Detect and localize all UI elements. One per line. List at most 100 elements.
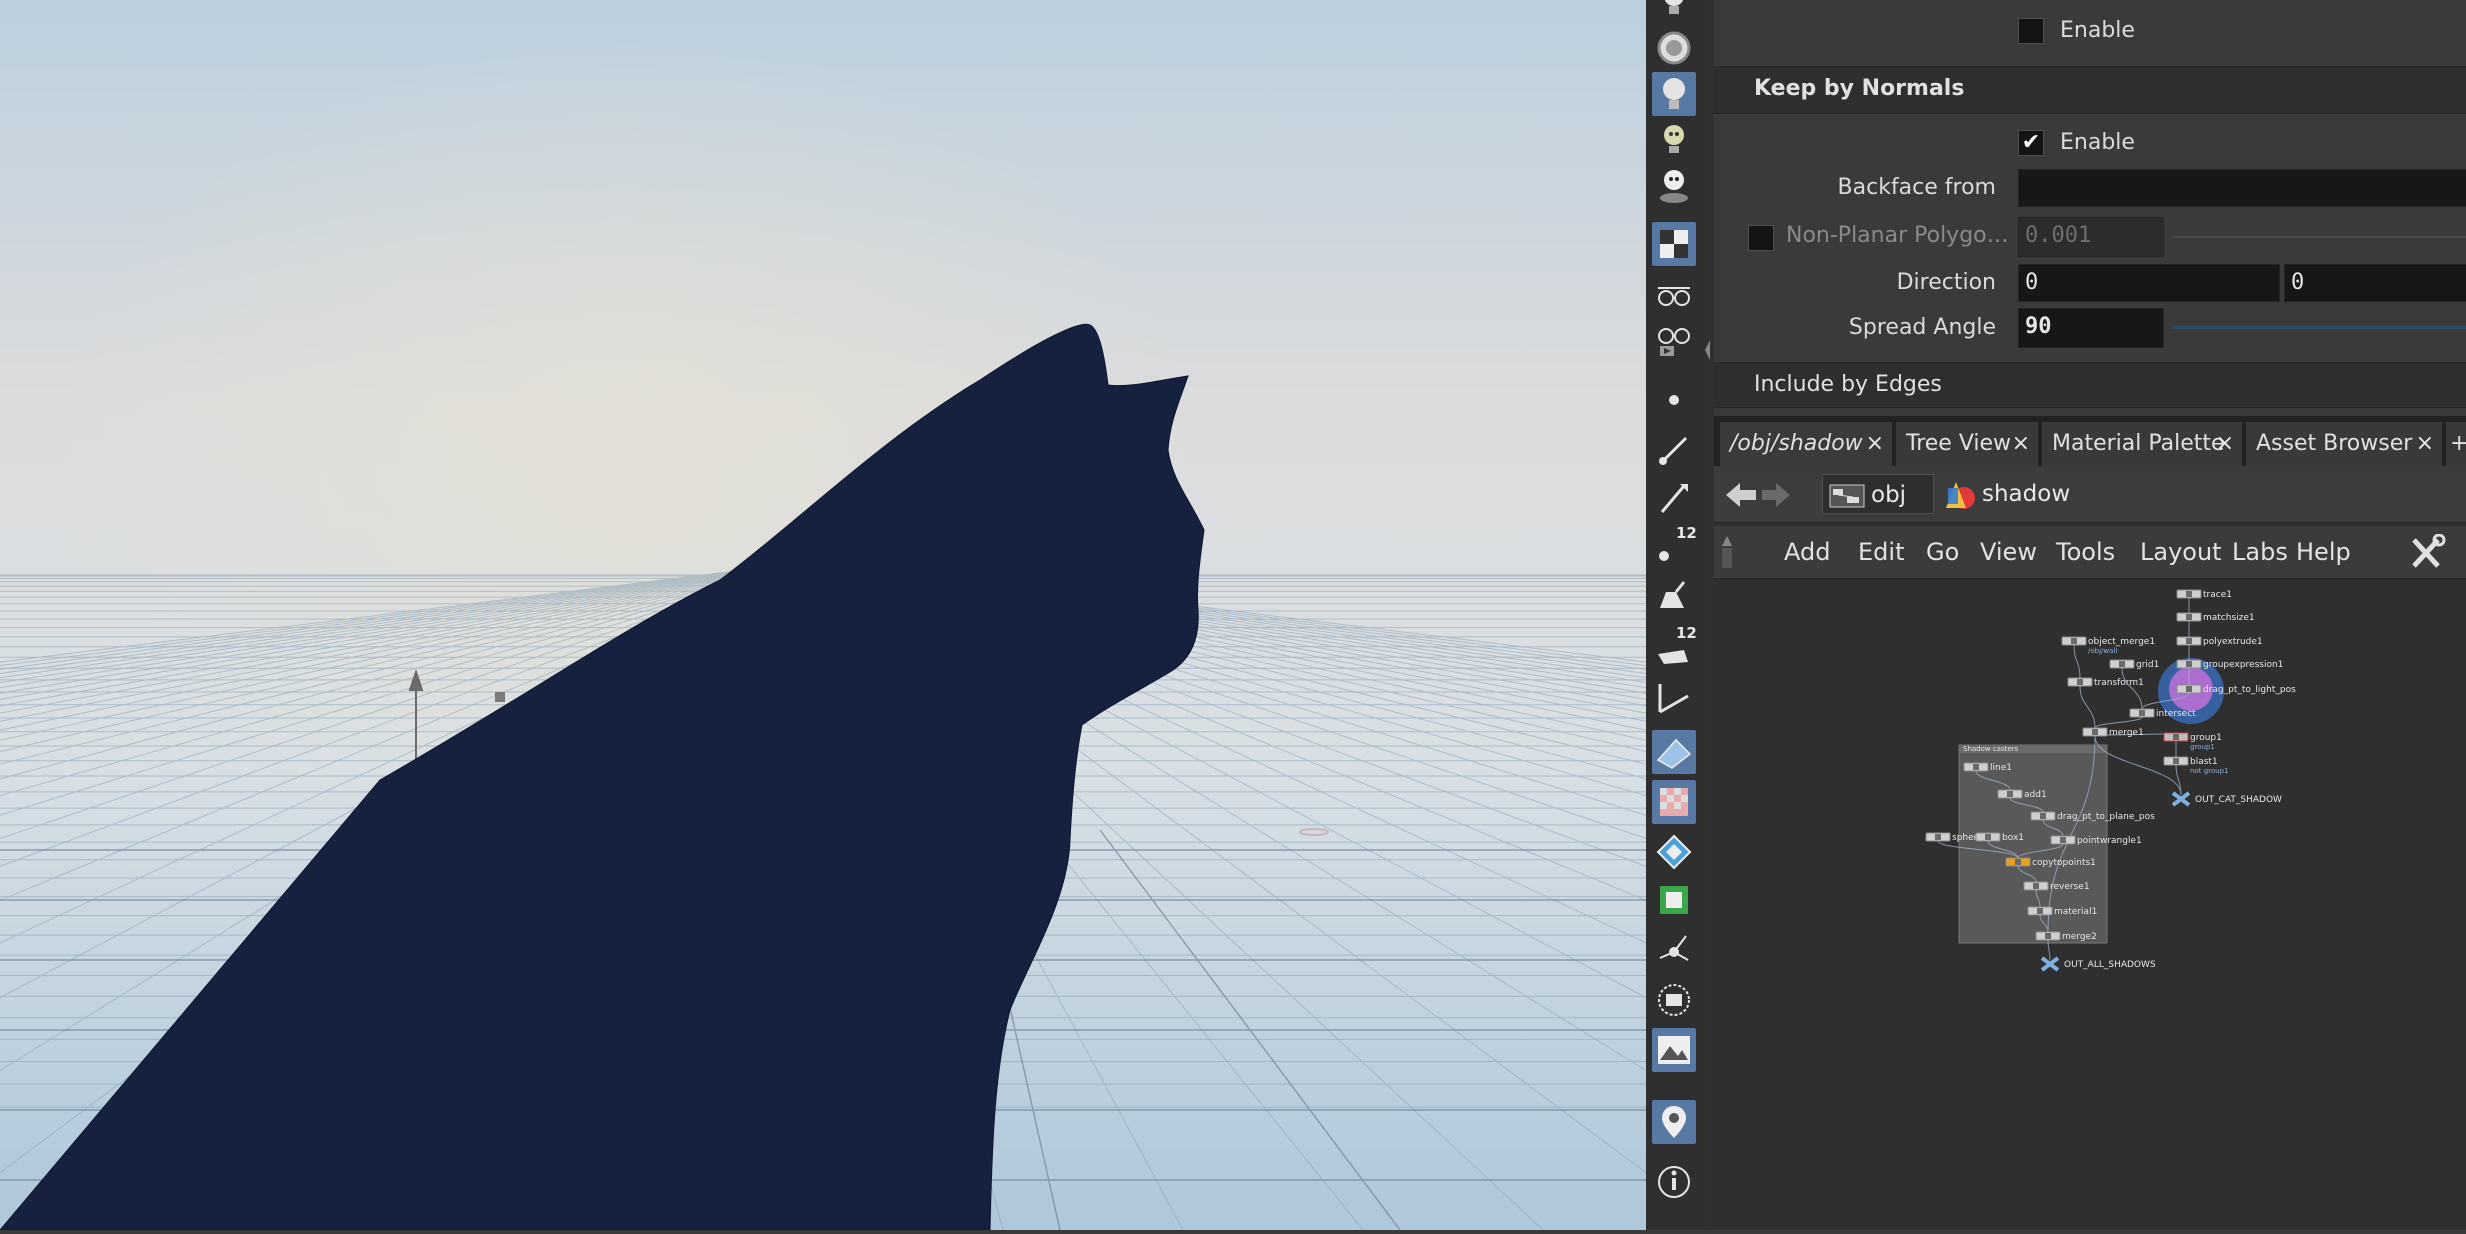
- direction-x-field[interactable]: 0: [2018, 264, 2280, 302]
- node-label: OUT_CAT_SHADOW: [2195, 795, 2282, 805]
- parameter-editor: Enable Keep by Normals ✔ Enable Backface…: [1714, 0, 2466, 410]
- light-bulb-tool[interactable]: [1652, 0, 1696, 22]
- network-node[interactable]: material1: [2027, 906, 2097, 917]
- node-label: drag_pt_to_light_pos: [2203, 685, 2296, 695]
- spread-angle-label: Spread Angle: [1848, 315, 1996, 340]
- network-node[interactable]: blast1not group1: [2163, 756, 2228, 775]
- sky-light-tool[interactable]: [1652, 164, 1696, 208]
- enable-checkbox[interactable]: ✔: [2018, 130, 2044, 156]
- glasses-render-tool[interactable]: [1652, 318, 1696, 362]
- node-label: add1: [2024, 790, 2047, 800]
- node-sublabel: not group1: [2190, 767, 2228, 775]
- checker-texture-icon: [1660, 788, 1688, 816]
- backface-from-row: Backface from: [1714, 166, 2466, 212]
- pin-tool[interactable]: [1652, 1100, 1696, 1144]
- non-planar-label: Non-Planar Polygo…: [1786, 223, 2009, 248]
- network-node[interactable]: polyextrude1: [2176, 636, 2263, 647]
- scene-viewport[interactable]: [0, 0, 1646, 1230]
- tab-close-icon[interactable]: ×: [2012, 422, 2030, 466]
- menu-help[interactable]: Help: [2296, 526, 2351, 578]
- shaded-plane-tool[interactable]: [1652, 730, 1696, 774]
- normals-tool[interactable]: [1652, 928, 1696, 972]
- direction-y-field[interactable]: 0: [2284, 264, 2466, 302]
- network-node[interactable]: grid1: [2109, 659, 2159, 670]
- tab-material-palette[interactable]: Material Palette ×: [2042, 422, 2242, 466]
- menu-expand-icon[interactable]: [1720, 534, 1734, 570]
- pen-icon: [1660, 484, 1688, 513]
- pin-icon: [1662, 1106, 1686, 1138]
- point-count-tool[interactable]: 12: [1652, 524, 1697, 568]
- wrench-tools-icon[interactable]: [2408, 534, 2448, 570]
- polygon-count-tool[interactable]: 12: [1652, 624, 1697, 668]
- path-crumb-obj[interactable]: obj: [1822, 474, 1934, 514]
- network-node[interactable]: merge2: [2035, 931, 2097, 942]
- backface-from-label: Backface from: [1837, 175, 1996, 200]
- enable-top-checkbox[interactable]: [2018, 18, 2044, 44]
- ghost-glasses-tool[interactable]: [1652, 272, 1696, 316]
- non-planar-checkbox[interactable]: [1748, 225, 1774, 251]
- menu-layout[interactable]: Layout: [2140, 526, 2222, 578]
- network-node[interactable]: copytopoints1: [2005, 857, 2096, 868]
- network-node[interactable]: object_merge1/obj/wall: [2061, 636, 2155, 655]
- edge-angle-icon: [1658, 684, 1689, 714]
- network-node[interactable]: trace1: [2176, 589, 2232, 600]
- menu-edit[interactable]: Edit: [1858, 526, 1904, 578]
- env-light-tool[interactable]: [1652, 118, 1696, 162]
- spread-angle-slider[interactable]: [2172, 326, 2466, 329]
- node-label: matchsize1: [2203, 613, 2255, 623]
- uv-frame-tool[interactable]: [1652, 878, 1696, 922]
- uv-diamond-icon: [1656, 834, 1692, 870]
- edge-angle-tool[interactable]: [1652, 676, 1696, 720]
- menu-labs[interactable]: Labs: [2232, 526, 2288, 578]
- point-icon: [1669, 395, 1679, 405]
- fill-tool[interactable]: [1652, 576, 1696, 620]
- enable-row: ✔ Enable: [1714, 120, 2466, 166]
- tab-tree-view[interactable]: Tree View ×: [1896, 422, 2038, 466]
- checker-texture-tool[interactable]: [1652, 780, 1696, 824]
- tab-network-path[interactable]: /obj/shadow ×: [1720, 422, 1892, 466]
- background-image-tool[interactable]: [1652, 1028, 1696, 1072]
- pen-tool[interactable]: [1652, 476, 1696, 520]
- uv-diamond-tool[interactable]: [1652, 830, 1696, 874]
- network-node[interactable]: merge1: [2082, 727, 2144, 738]
- tab-close-icon[interactable]: ×: [2216, 422, 2234, 466]
- network-node[interactable]: OUT_ALL_SHADOWS: [2040, 956, 2156, 972]
- network-node[interactable]: intersect: [2129, 708, 2196, 719]
- path-crumb-shadow[interactable]: shadow: [1938, 474, 2458, 514]
- network-node[interactable]: pointwrangle1: [2050, 835, 2142, 846]
- include-by-edges-section[interactable]: Include by Edges: [1714, 362, 2466, 408]
- non-planar-slider[interactable]: [2172, 236, 2466, 238]
- non-planar-field[interactable]: 0.001: [2018, 217, 2164, 257]
- backface-from-field[interactable]: [2018, 169, 2466, 207]
- tab-close-icon[interactable]: ×: [1866, 422, 1884, 466]
- node-graph[interactable]: Shadow casters trace1 matchsize1 polyext…: [1714, 580, 2466, 1230]
- tab-asset-browser[interactable]: Asset Browser ×: [2246, 422, 2442, 466]
- spot-light-tool[interactable]: [1652, 72, 1696, 116]
- network-node[interactable]: transform1: [2067, 677, 2144, 688]
- network-node[interactable]: matchsize1: [2176, 612, 2255, 623]
- menu-go[interactable]: Go: [1926, 526, 1959, 578]
- network-node[interactable]: group1group1: [2163, 732, 2222, 751]
- node-label: merge1: [2109, 728, 2144, 738]
- info-tool[interactable]: [1652, 1160, 1696, 1204]
- menu-view[interactable]: View: [1980, 526, 2037, 578]
- pane-divider[interactable]: [1702, 0, 1714, 1230]
- network-node[interactable]: drag_pt_to_light_pos: [2176, 684, 2296, 695]
- tab-close-icon[interactable]: ×: [2416, 422, 2434, 466]
- brush-tool[interactable]: [1652, 428, 1696, 472]
- portal-light-tool[interactable]: [1652, 26, 1696, 70]
- node-label: pointwrangle1: [2077, 836, 2142, 846]
- network-node[interactable]: reverse1: [2023, 881, 2090, 892]
- safe-area-tool[interactable]: [1652, 978, 1696, 1022]
- network-node[interactable]: drag_pt_to_plane_pos: [2030, 811, 2155, 822]
- menu-add[interactable]: Add: [1784, 526, 1830, 578]
- keep-by-normals-section[interactable]: Keep by Normals: [1714, 66, 2466, 114]
- point-tool[interactable]: [1652, 378, 1696, 422]
- forward-arrow-icon: [1762, 483, 1790, 507]
- network-node[interactable]: OUT_CAT_SHADOW: [2171, 791, 2282, 807]
- menu-tools[interactable]: Tools: [2056, 526, 2115, 578]
- spread-angle-field[interactable]: 90: [2018, 308, 2164, 348]
- add-tab-button[interactable]: +: [2446, 422, 2466, 466]
- checker-display-tool[interactable]: [1652, 222, 1696, 266]
- network-node[interactable]: groupexpression1: [2176, 659, 2283, 670]
